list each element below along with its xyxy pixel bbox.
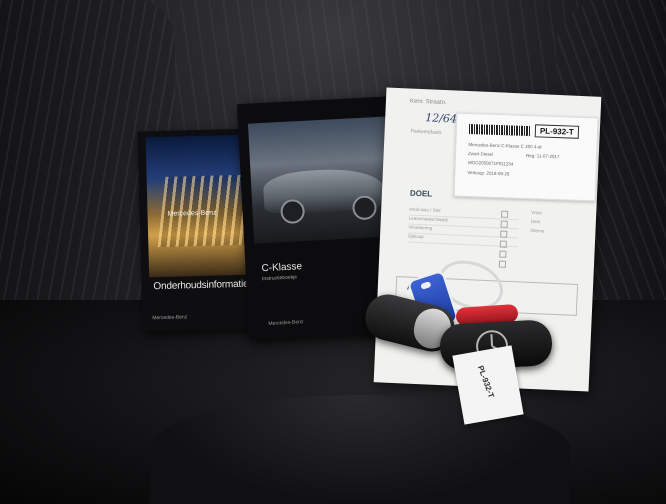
- checkbox: [499, 250, 507, 258]
- sticker-vin: WDD2050071F011234: [467, 159, 514, 167]
- vehicle-label-sticker: PL-932-T Mercedes-Benz C-Klasse C 200 4-…: [453, 112, 599, 202]
- manual-subtitle: Instructieboekje: [261, 274, 298, 283]
- checkbox: [500, 210, 509, 218]
- checkbox-column: [498, 210, 514, 271]
- dealership-sign: Mercedes-Benz: [167, 209, 217, 218]
- car-seat-photo: Mercedes-Benz Onderhoudsinformatie Merce…: [0, 0, 666, 504]
- manual-title: C-Klasse: [261, 261, 303, 275]
- form-header-note: Kenr. Straatn.: [409, 98, 447, 107]
- checkbox: [498, 260, 507, 268]
- form-right-column: Vrooi Deel Interne: [530, 208, 545, 236]
- tag-hole: [420, 281, 432, 290]
- white-key-label: PL-932-T: [452, 345, 524, 425]
- key-label-text: PL-932-T: [475, 364, 496, 400]
- barcode: [468, 123, 532, 137]
- sticker-reg-date: Reg: 11-07-2017: [525, 153, 560, 160]
- booklet-footer: Mercedes-Benz: [152, 314, 188, 322]
- booklet-title: Onderhoudsinformatie: [153, 278, 249, 293]
- checkbox: [499, 240, 507, 248]
- manual-cover-photo: [247, 116, 395, 244]
- sticker-sale-date: Verkoop: 2018-09-26: [467, 169, 510, 177]
- form-section-title: DOEL: [409, 188, 433, 199]
- rear-wheel: [351, 195, 378, 221]
- manual-footer: Mercedes-Benz: [268, 319, 304, 327]
- checkbox: [500, 230, 508, 238]
- license-plate-label: PL-932-T: [534, 124, 579, 139]
- right-col-item: Interne: [530, 227, 545, 234]
- parking-label: Parkeerplaats: [410, 128, 442, 136]
- sticker-model: Mercedes-Benz C-Klasse C 200 4-dr: [468, 141, 542, 150]
- checkbox: [500, 220, 508, 228]
- sticker-color: Zwart Diesel: [468, 150, 494, 157]
- front-wheel: [280, 198, 306, 225]
